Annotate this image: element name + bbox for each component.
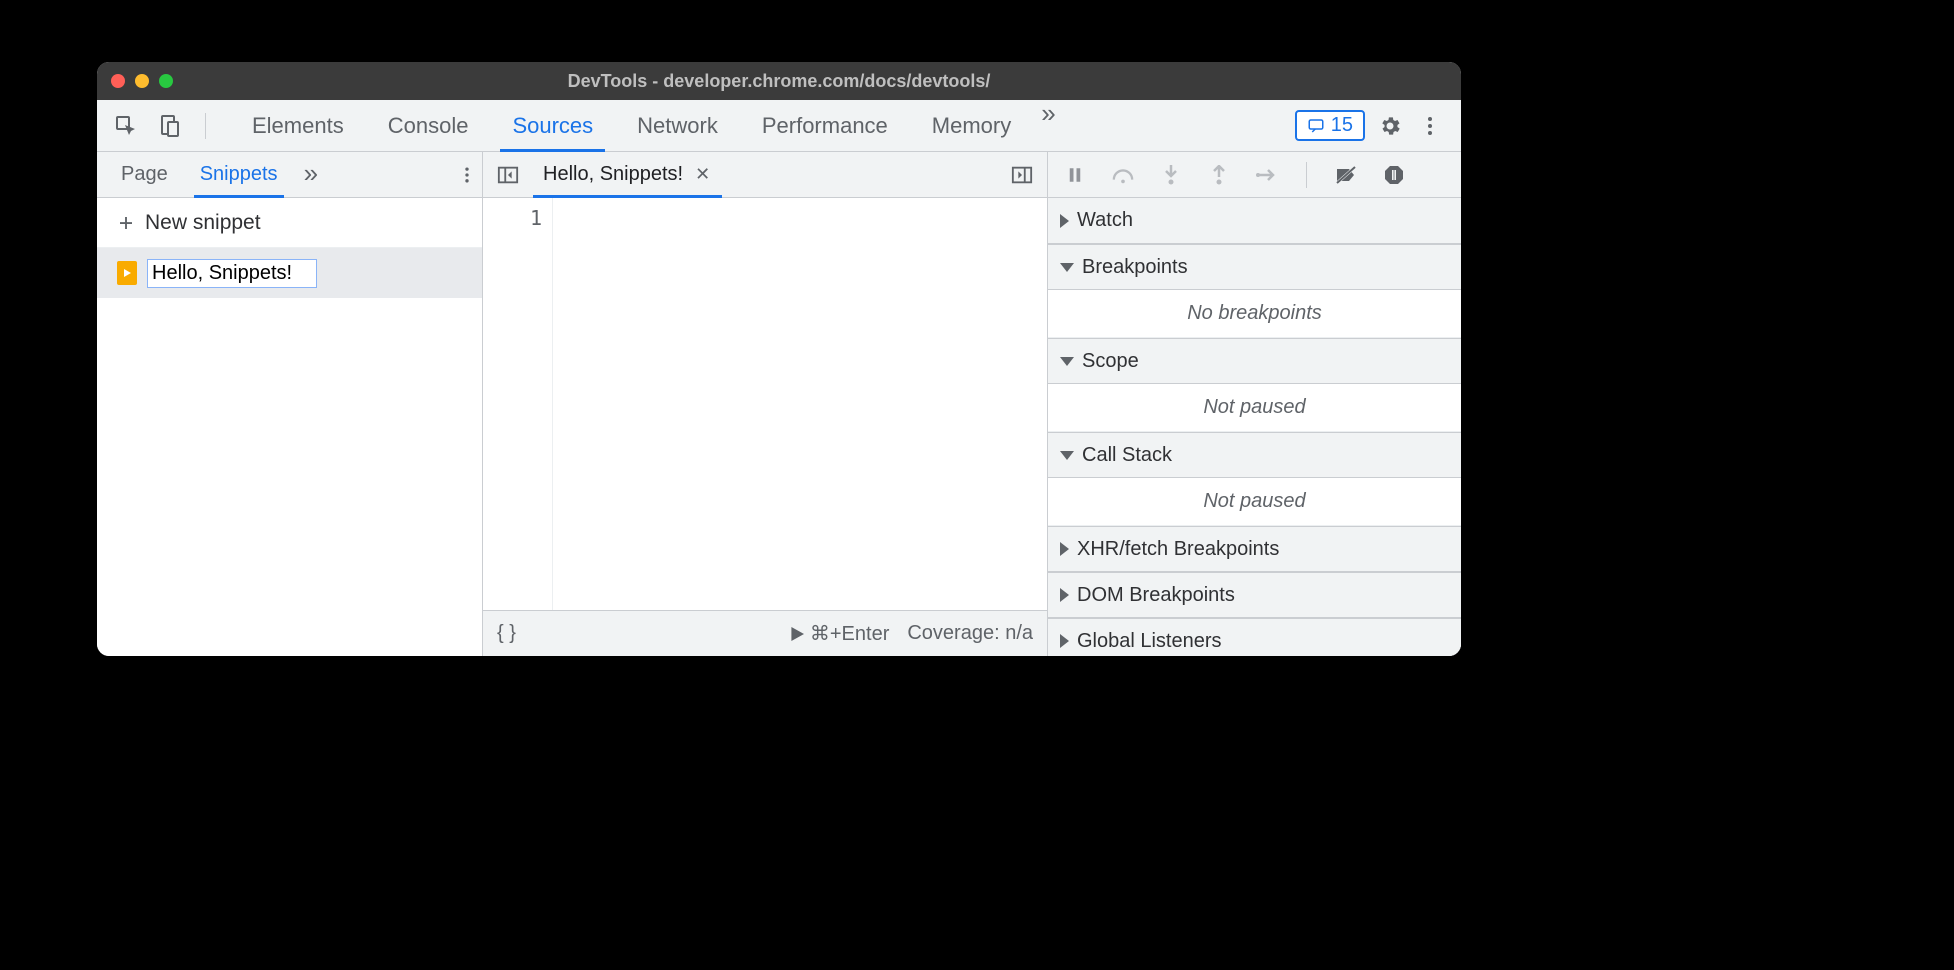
- pane-breakpoints[interactable]: Breakpoints: [1048, 244, 1461, 290]
- debugger-toolbar: [1048, 152, 1461, 198]
- run-snippet-button[interactable]: ⌘+Enter: [790, 621, 889, 646]
- pane-scope[interactable]: Scope: [1048, 338, 1461, 384]
- divider: [205, 113, 206, 139]
- divider: [1306, 162, 1307, 188]
- chevron-right-icon: [1060, 542, 1069, 556]
- editor-file-tab-label: Hello, Snippets!: [543, 163, 683, 186]
- editor-file-tab[interactable]: Hello, Snippets! ✕: [533, 152, 722, 197]
- pane-dom-breakpoints[interactable]: DOM Breakpoints: [1048, 572, 1461, 618]
- snippet-name-input[interactable]: [147, 259, 317, 288]
- devtools-window: DevTools - developer.chrome.com/docs/dev…: [97, 62, 1461, 656]
- pane-label: Breakpoints: [1082, 256, 1188, 279]
- navigator-kebab-icon[interactable]: [452, 160, 482, 190]
- tab-console[interactable]: Console: [366, 100, 491, 151]
- pane-body-callstack: Not paused: [1048, 478, 1461, 526]
- device-toolbar-icon[interactable]: [155, 111, 185, 141]
- pane-label: Call Stack: [1082, 444, 1172, 467]
- tab-network[interactable]: Network: [615, 100, 740, 151]
- show-navigator-icon[interactable]: [493, 160, 523, 190]
- navigator-pane: Page Snippets » New snippet: [97, 152, 483, 656]
- new-snippet-label: New snippet: [145, 211, 261, 235]
- chevron-right-icon: [1060, 588, 1069, 602]
- pane-global-listeners[interactable]: Global Listeners: [1048, 618, 1461, 656]
- pane-label: Watch: [1077, 209, 1133, 232]
- more-subtabs-icon[interactable]: »: [296, 160, 326, 190]
- pane-watch[interactable]: Watch: [1048, 198, 1461, 244]
- messages-badge[interactable]: 15: [1295, 110, 1365, 141]
- chevron-right-icon: [1060, 214, 1069, 228]
- debugger-panes: Watch Breakpoints No breakpoints Scope N…: [1048, 198, 1461, 656]
- line-number: 1: [483, 206, 542, 230]
- pane-label: Scope: [1082, 350, 1139, 373]
- navigator-subtabs: Page Snippets »: [97, 152, 482, 198]
- pane-callstack[interactable]: Call Stack: [1048, 432, 1461, 478]
- format-code-button[interactable]: { }: [497, 622, 516, 645]
- subtab-snippets[interactable]: Snippets: [186, 152, 292, 197]
- line-gutter: 1: [483, 198, 553, 610]
- window-titlebar: DevTools - developer.chrome.com/docs/dev…: [97, 62, 1461, 100]
- inspect-element-icon[interactable]: [111, 111, 141, 141]
- window-title: DevTools - developer.chrome.com/docs/dev…: [97, 71, 1461, 92]
- new-snippet-button[interactable]: New snippet: [97, 198, 482, 248]
- snippet-list-item[interactable]: [97, 248, 482, 298]
- tab-memory[interactable]: Memory: [910, 100, 1033, 151]
- chevron-down-icon: [1060, 263, 1074, 272]
- editor-footer: { } ⌘+Enter Coverage: n/a: [483, 610, 1047, 656]
- settings-icon[interactable]: [1375, 111, 1405, 141]
- step-into-icon[interactable]: [1156, 160, 1186, 190]
- chevron-down-icon: [1060, 357, 1074, 366]
- code-editor[interactable]: 1: [483, 198, 1047, 610]
- pause-icon[interactable]: [1060, 160, 1090, 190]
- subtab-page[interactable]: Page: [107, 152, 182, 197]
- pane-label: Global Listeners: [1077, 630, 1222, 653]
- editor-tabs-bar: Hello, Snippets! ✕: [483, 152, 1047, 198]
- pane-label: DOM Breakpoints: [1077, 584, 1235, 607]
- kebab-menu-icon[interactable]: [1415, 111, 1445, 141]
- editor-pane: Hello, Snippets! ✕ 1 { } ⌘+Ente: [483, 152, 1048, 656]
- pause-on-exceptions-icon[interactable]: [1379, 160, 1409, 190]
- deactivate-breakpoints-icon[interactable]: [1331, 160, 1361, 190]
- panel-tabs: Elements Console Sources Network Perform…: [230, 100, 1064, 151]
- snippet-file-icon: [117, 261, 137, 285]
- pane-xhr-breakpoints[interactable]: XHR/fetch Breakpoints: [1048, 526, 1461, 572]
- more-tabs-icon[interactable]: »: [1033, 100, 1063, 151]
- debugger-pane: Watch Breakpoints No breakpoints Scope N…: [1048, 152, 1461, 656]
- main-split: Page Snippets » New snippet: [97, 152, 1461, 656]
- step-out-icon[interactable]: [1204, 160, 1234, 190]
- pane-body-breakpoints: No breakpoints: [1048, 290, 1461, 338]
- close-tab-icon[interactable]: ✕: [693, 164, 712, 185]
- step-icon[interactable]: [1252, 160, 1282, 190]
- pane-body-scope: Not paused: [1048, 384, 1461, 432]
- tab-performance[interactable]: Performance: [740, 100, 910, 151]
- run-hint-label: ⌘+Enter: [810, 621, 889, 646]
- chevron-down-icon: [1060, 451, 1074, 460]
- chevron-right-icon: [1060, 634, 1069, 648]
- tab-elements[interactable]: Elements: [230, 100, 366, 151]
- messages-count: 15: [1331, 114, 1353, 137]
- coverage-label: Coverage: n/a: [907, 622, 1033, 645]
- code-area[interactable]: [553, 198, 1047, 610]
- step-over-icon[interactable]: [1108, 160, 1138, 190]
- tab-sources[interactable]: Sources: [490, 100, 615, 151]
- show-debugger-icon[interactable]: [1007, 160, 1037, 190]
- top-tabs-bar: Elements Console Sources Network Perform…: [97, 100, 1461, 152]
- pane-label: XHR/fetch Breakpoints: [1077, 538, 1279, 561]
